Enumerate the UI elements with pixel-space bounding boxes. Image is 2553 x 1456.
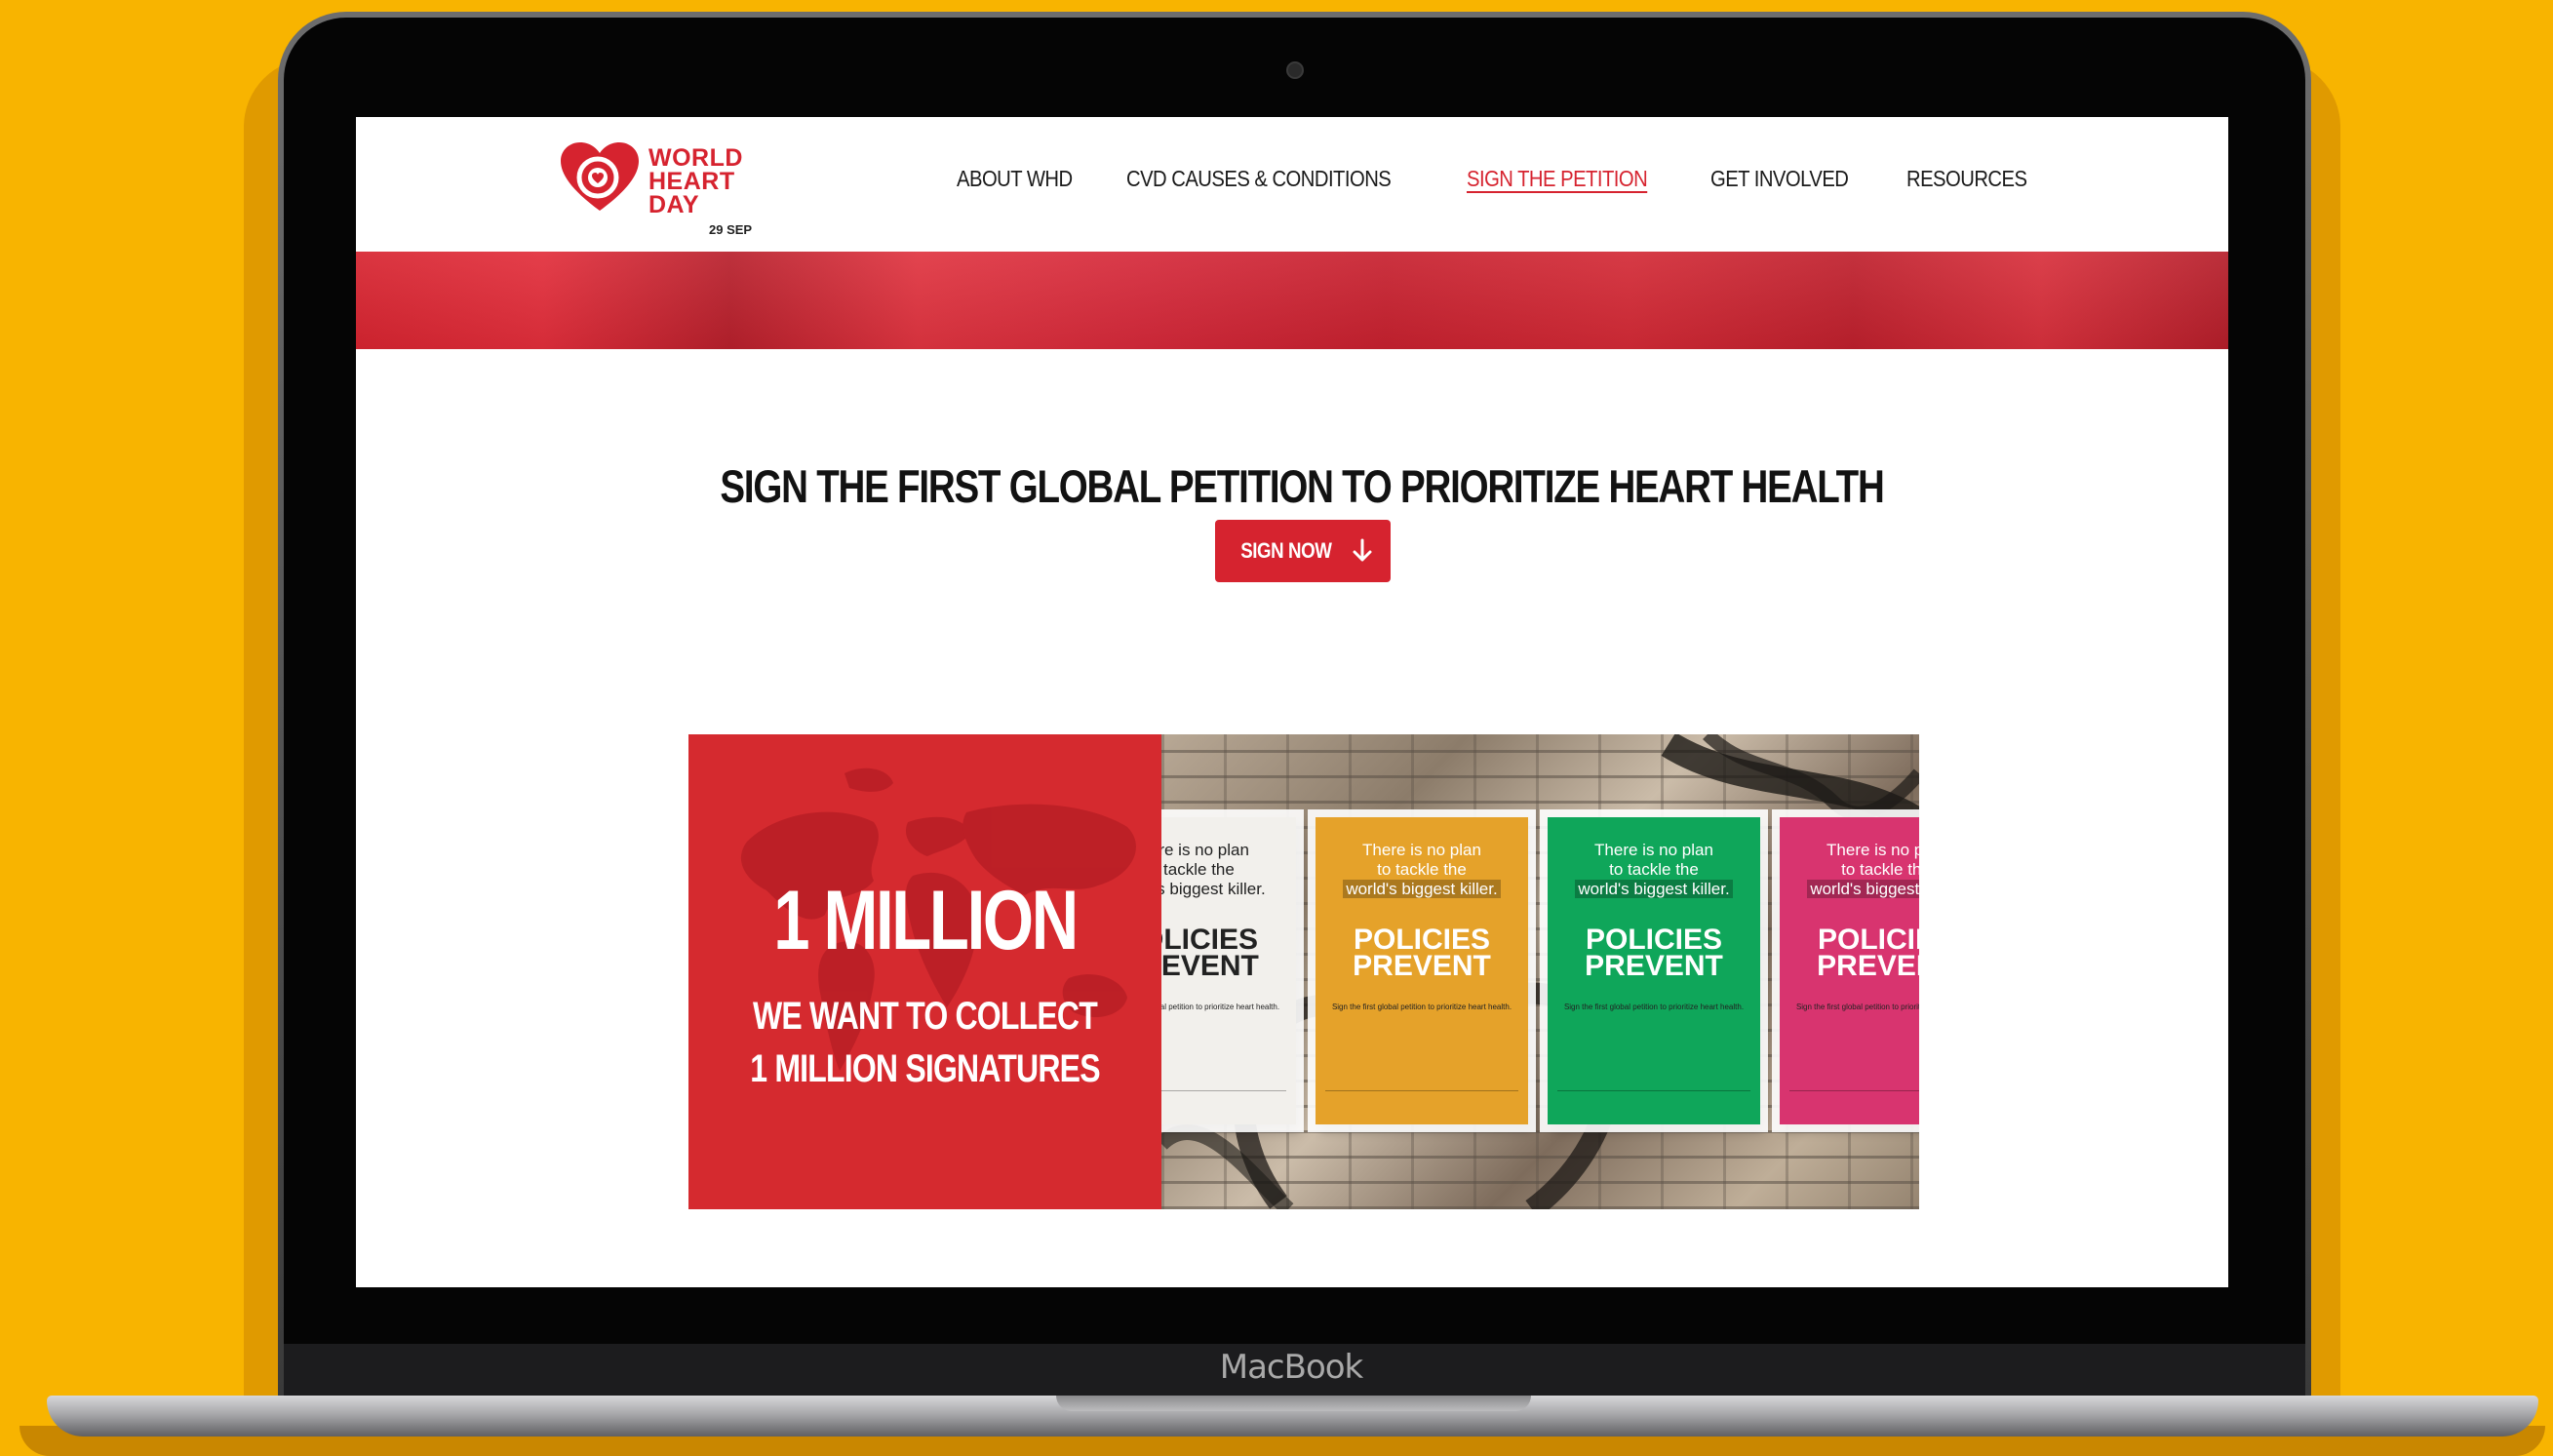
million-subtext-line-2: 1 MILLION SIGNATURES — [750, 1047, 1100, 1090]
laptop-base-notch — [1056, 1396, 1531, 1411]
website-screen: WORLD HEART DAY 29 SEP ABOUT WHD CVD CAU… — [356, 117, 2228, 1287]
logo-line-1: WORLD — [648, 144, 743, 172]
poster-green-pp1: POLICIES — [1585, 924, 1723, 956]
poster-pink-pp1: POLICIES — [1817, 924, 1919, 956]
million-subtext: WE WANT TO COLLECT 1 MILLION SIGNATURES — [736, 990, 1115, 1095]
poster-pink-footer — [1789, 1090, 1919, 1117]
page-headline: SIGN THE FIRST GLOBAL PETITION TO PRIORI… — [720, 460, 1884, 513]
poster-green-footer — [1557, 1090, 1750, 1117]
poster-yellow-slogan: POLICIES PREVENT — [1329, 924, 1514, 982]
camera-icon — [1286, 61, 1304, 79]
poster-yellow-small: Sign the first global petition to priori… — [1331, 1003, 1512, 1011]
poster-yellow-q3: world's biggest killer. — [1343, 880, 1501, 898]
nav-get-involved[interactable]: GET INVOLVED — [1710, 166, 1849, 192]
device-brand-label: MacBook — [1219, 1348, 1363, 1387]
poster-white-slogan: POLICIES PREVENT — [1161, 924, 1282, 982]
sign-now-button[interactable]: SIGN NOW — [1215, 520, 1391, 582]
poster-yellow-pp1: POLICIES — [1353, 924, 1491, 956]
poster-green-q1: There is no plan — [1594, 841, 1713, 859]
million-headline: 1 MILLION — [773, 874, 1079, 967]
logo-line-3: DAY — [648, 191, 699, 218]
poster-green-q3: world's biggest killer. — [1575, 880, 1733, 898]
poster-yellow-pp2: PREVENT — [1353, 950, 1491, 982]
million-subtext-line-1: WE WANT TO COLLECT — [753, 995, 1098, 1038]
poster-white-text: There is no plan to tackle the world's b… — [1161, 841, 1282, 899]
poster-green-text: There is no plan to tackle the world's b… — [1561, 841, 1747, 899]
poster-pink-pp2: PREVENT — [1817, 950, 1919, 982]
poster-white-pp2: PREVENT — [1161, 950, 1259, 982]
poster-green-small: Sign the first global petition to priori… — [1563, 1003, 1745, 1011]
poster-yellow-footer — [1325, 1090, 1518, 1117]
poster-yellow-text: There is no plan to tackle the world's b… — [1329, 841, 1514, 899]
nav-about-whd[interactable]: ABOUT WHD — [957, 166, 1073, 192]
site-logo[interactable]: WORLD HEART DAY 29 SEP — [561, 142, 756, 237]
logo-line-2: HEART — [648, 168, 735, 195]
poster-yellow: There is no plan to tackle the world's b… — [1316, 817, 1528, 1124]
poster-pink-slogan: POLICIES PREVENT — [1793, 924, 1919, 982]
poster-pink-q3: world's biggest killer. — [1807, 880, 1919, 898]
hero-banner — [356, 252, 2228, 349]
poster-white-q2: to tackle the — [1161, 860, 1235, 879]
million-signatures-panel: 1 MILLION WE WANT TO COLLECT 1 MILLION S… — [688, 734, 1161, 1209]
posters-wall-image: There is no plan to tackle the world's b… — [1161, 734, 1919, 1209]
nav-sign-petition[interactable]: SIGN THE PETITION — [1467, 166, 1648, 192]
poster-pink-small: Sign the first global petition to priori… — [1795, 1003, 1919, 1011]
heart-logo-icon — [561, 142, 639, 211]
poster-white-q1: There is no plan — [1161, 841, 1249, 859]
poster-pink-q2: to tackle the — [1841, 860, 1919, 879]
world-map-graphic — [740, 767, 1136, 1071]
poster-green-q2: to tackle the — [1609, 860, 1699, 879]
poster-white-pp1: POLICIES — [1161, 924, 1259, 956]
logo-wordmark: WORLD HEART DAY — [648, 144, 743, 218]
poster-green: There is no plan to tackle the world's b… — [1548, 817, 1760, 1124]
poster-white-footer — [1161, 1090, 1286, 1117]
main-nav: ABOUT WHD CVD CAUSES & CONDITIONS SIGN T… — [957, 166, 2043, 192]
poster-white-q3: world's biggest killer. — [1161, 880, 1266, 898]
poster-white: There is no plan to tackle the world's b… — [1161, 817, 1296, 1124]
site-header: WORLD HEART DAY 29 SEP ABOUT WHD CVD CAU… — [356, 117, 2228, 252]
sign-now-label: SIGN NOW — [1240, 538, 1332, 563]
poster-pink-q1: There is no plan — [1826, 841, 1919, 859]
poster-yellow-q2: to tackle the — [1377, 860, 1467, 879]
poster-green-pp2: PREVENT — [1585, 950, 1723, 982]
logo-date: 29 SEP — [709, 222, 753, 237]
poster-yellow-q1: There is no plan — [1362, 841, 1481, 859]
nav-cvd-causes[interactable]: CVD CAUSES & CONDITIONS — [1126, 166, 1392, 192]
poster-green-slogan: POLICIES PREVENT — [1561, 924, 1747, 982]
arrow-down-icon — [1353, 538, 1372, 562]
nav-resources[interactable]: RESOURCES — [1906, 166, 2027, 192]
poster-pink: There is no plan to tackle the world's b… — [1780, 817, 1919, 1124]
poster-white-small: Sign the first global petition to priori… — [1161, 1003, 1280, 1011]
poster-pink-text: There is no plan to tackle the world's b… — [1793, 841, 1919, 899]
